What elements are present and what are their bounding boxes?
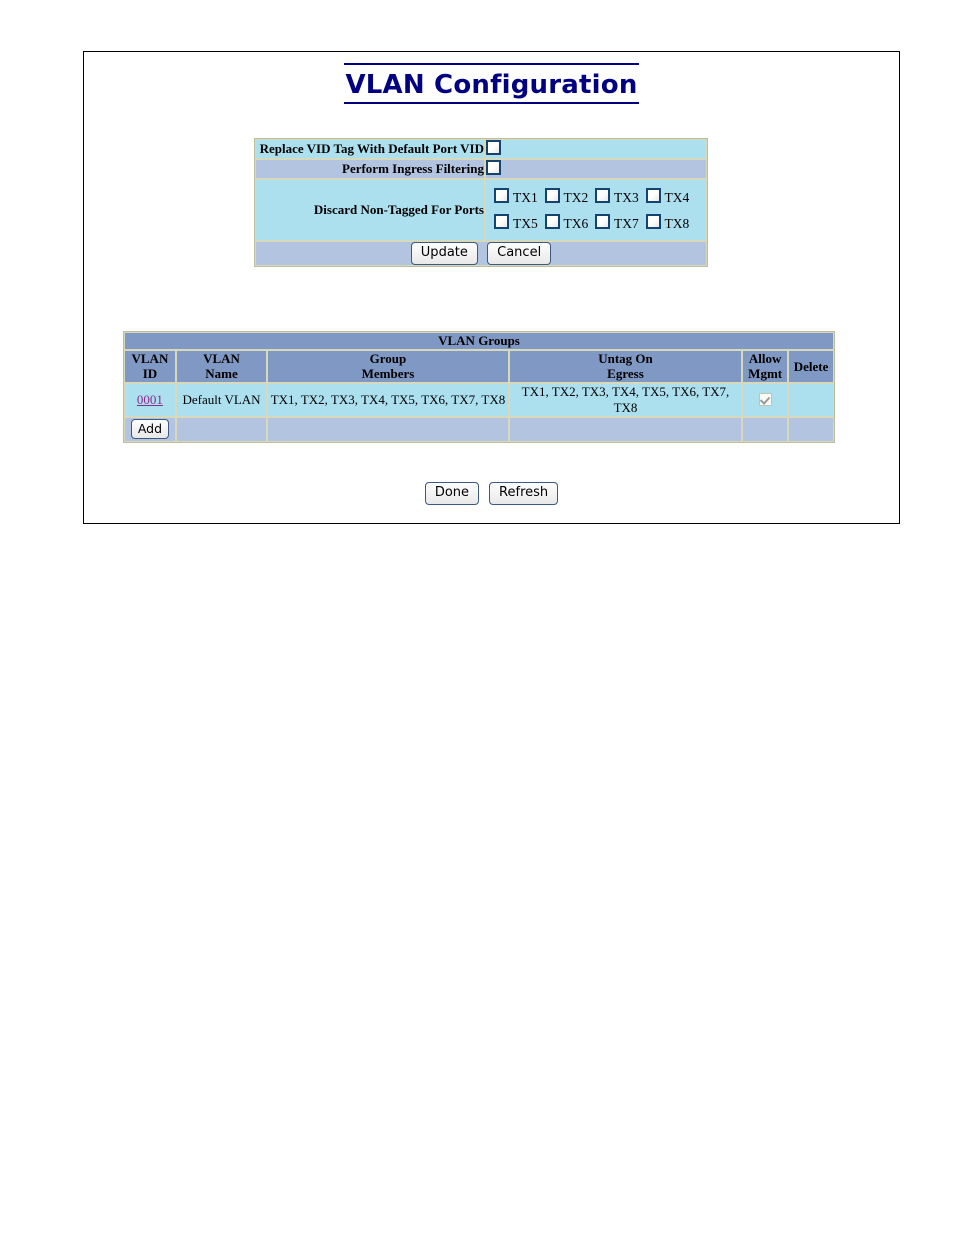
column-header-vlan-id-line2: ID bbox=[142, 366, 158, 382]
cell-untag-on-egress: TX1, TX2, TX3, TX4, TX5, TX6, TX7, TX8 bbox=[508, 382, 743, 417]
cell-vlan-name: Default VLAN bbox=[175, 382, 268, 417]
column-header-group-members-line1: Group bbox=[369, 351, 407, 366]
port-label-tx1: TX1 bbox=[513, 190, 538, 205]
port-label-tx5: TX5 bbox=[513, 216, 538, 231]
port-checkbox-tx7[interactable] bbox=[595, 214, 610, 229]
column-header-untag-line2: Egress bbox=[607, 366, 644, 382]
column-header-allow-line2: Mgmt bbox=[748, 366, 783, 382]
vlan-settings-table: Replace VID Tag With Default Port VID Pe… bbox=[254, 138, 708, 268]
footer-button-bar: Done Refresh bbox=[84, 482, 899, 506]
port-item-tx6[interactable]: TX6 bbox=[544, 214, 596, 232]
column-header-group-members: Group Members bbox=[267, 350, 509, 383]
column-header-vlan-name: VLAN Name bbox=[175, 350, 268, 383]
port-item-tx3[interactable]: TX3 bbox=[595, 188, 646, 206]
vlan-groups-title-row: VLAN Groups bbox=[124, 332, 834, 350]
port-item-tx8[interactable]: TX8 bbox=[645, 214, 697, 232]
allow-mgmt-checkbox bbox=[758, 392, 772, 406]
port-label-tx8: TX8 bbox=[664, 216, 690, 231]
port-checkbox-tx2[interactable] bbox=[544, 188, 560, 203]
settings-action-cell: Update Cancel bbox=[255, 241, 707, 267]
port-checkbox-grid: TX1 TX2 TX3 TX4 TX5 TX6 TX7 TX8 bbox=[486, 180, 706, 240]
column-header-vlan-name-line1: VLAN bbox=[203, 351, 240, 366]
column-header-vlan-name-line2: Name bbox=[205, 366, 238, 382]
replace-vid-label: Replace VID Tag With Default Port VID bbox=[255, 139, 485, 159]
column-header-vlan-id: VLAN ID bbox=[124, 350, 176, 383]
port-label-tx4: TX4 bbox=[664, 190, 690, 205]
add-button[interactable]: Add bbox=[130, 418, 170, 440]
ingress-filtering-checkbox[interactable] bbox=[486, 160, 501, 175]
refresh-button[interactable]: Refresh bbox=[489, 482, 559, 506]
cell-add-group-members bbox=[267, 416, 509, 442]
cell-group-members: TX1, TX2, TX3, TX4, TX5, TX6, TX7, TX8 bbox=[267, 382, 509, 417]
done-button[interactable]: Done bbox=[424, 482, 480, 506]
setting-row-actions: Update Cancel bbox=[255, 241, 707, 267]
vlan-groups-header-row: VLAN ID VLAN Name Group Members Untag On… bbox=[124, 350, 834, 383]
setting-row-replace-vid: Replace VID Tag With Default Port VID bbox=[255, 139, 707, 159]
replace-vid-checkbox[interactable] bbox=[486, 140, 501, 155]
column-header-allow-line1: Allow bbox=[748, 351, 782, 366]
page-frame: VLAN Configuration Replace VID Tag With … bbox=[83, 51, 900, 524]
vlan-groups-add-row: Add bbox=[124, 416, 834, 442]
page-title-container: VLAN Configuration bbox=[84, 63, 899, 104]
port-checkbox-tx6[interactable] bbox=[544, 214, 560, 229]
cell-add-delete bbox=[788, 416, 834, 442]
discard-non-tagged-label: Discard Non-Tagged For Ports bbox=[255, 179, 485, 241]
port-item-tx2[interactable]: TX2 bbox=[544, 188, 596, 206]
cell-delete bbox=[788, 382, 834, 417]
update-button[interactable]: Update bbox=[410, 242, 478, 266]
port-label-tx2: TX2 bbox=[563, 190, 589, 205]
table-row: 0001 Default VLAN TX1, TX2, TX3, TX4, TX… bbox=[124, 382, 834, 417]
column-header-allow-mgmt: Allow Mgmt bbox=[742, 350, 789, 383]
discard-non-tagged-cell: TX1 TX2 TX3 TX4 TX5 TX6 TX7 TX8 bbox=[485, 179, 707, 241]
page-title: VLAN Configuration bbox=[344, 63, 639, 104]
column-header-delete: Delete bbox=[788, 350, 834, 383]
port-item-tx7[interactable]: TX7 bbox=[595, 214, 646, 232]
cell-vlan-id: 0001 bbox=[124, 382, 176, 417]
port-label-tx6: TX6 bbox=[563, 216, 589, 231]
setting-row-ingress-filtering: Perform Ingress Filtering bbox=[255, 159, 707, 179]
cell-add-untag-on-egress bbox=[508, 416, 743, 442]
vlan-id-link[interactable]: 0001 bbox=[137, 392, 163, 407]
cell-add-button: Add bbox=[124, 416, 176, 442]
ingress-filtering-cell bbox=[485, 159, 707, 179]
port-checkbox-tx5[interactable] bbox=[494, 214, 509, 229]
port-checkbox-tx8[interactable] bbox=[645, 214, 661, 229]
port-checkbox-tx1[interactable] bbox=[494, 188, 509, 203]
vlan-groups-title: VLAN Groups bbox=[124, 332, 834, 350]
replace-vid-cell bbox=[485, 139, 707, 159]
cell-allow-mgmt bbox=[742, 382, 789, 417]
vlan-groups-table: VLAN Groups VLAN ID VLAN Name Group Memb… bbox=[123, 331, 835, 443]
cell-add-allow-mgmt bbox=[742, 416, 789, 442]
cancel-button[interactable]: Cancel bbox=[487, 242, 552, 266]
column-header-untag-on-egress: Untag On Egress bbox=[508, 350, 743, 383]
port-checkbox-tx4[interactable] bbox=[645, 188, 661, 203]
ingress-filtering-label: Perform Ingress Filtering bbox=[255, 159, 485, 179]
port-item-tx1[interactable]: TX1 bbox=[494, 188, 545, 206]
column-header-untag-line1: Untag On bbox=[598, 351, 653, 366]
port-item-tx4[interactable]: TX4 bbox=[645, 188, 697, 206]
column-header-vlan-id-line1: VLAN bbox=[131, 351, 169, 366]
setting-row-discard-non-tagged: Discard Non-Tagged For Ports TX1 TX2 TX3… bbox=[255, 179, 707, 241]
port-label-tx3: TX3 bbox=[614, 190, 639, 205]
column-header-group-members-line2: Members bbox=[361, 366, 415, 382]
port-checkbox-tx3[interactable] bbox=[595, 188, 610, 203]
port-label-tx7: TX7 bbox=[614, 216, 639, 231]
cell-add-vlan-name bbox=[175, 416, 268, 442]
port-item-tx5[interactable]: TX5 bbox=[494, 214, 545, 232]
